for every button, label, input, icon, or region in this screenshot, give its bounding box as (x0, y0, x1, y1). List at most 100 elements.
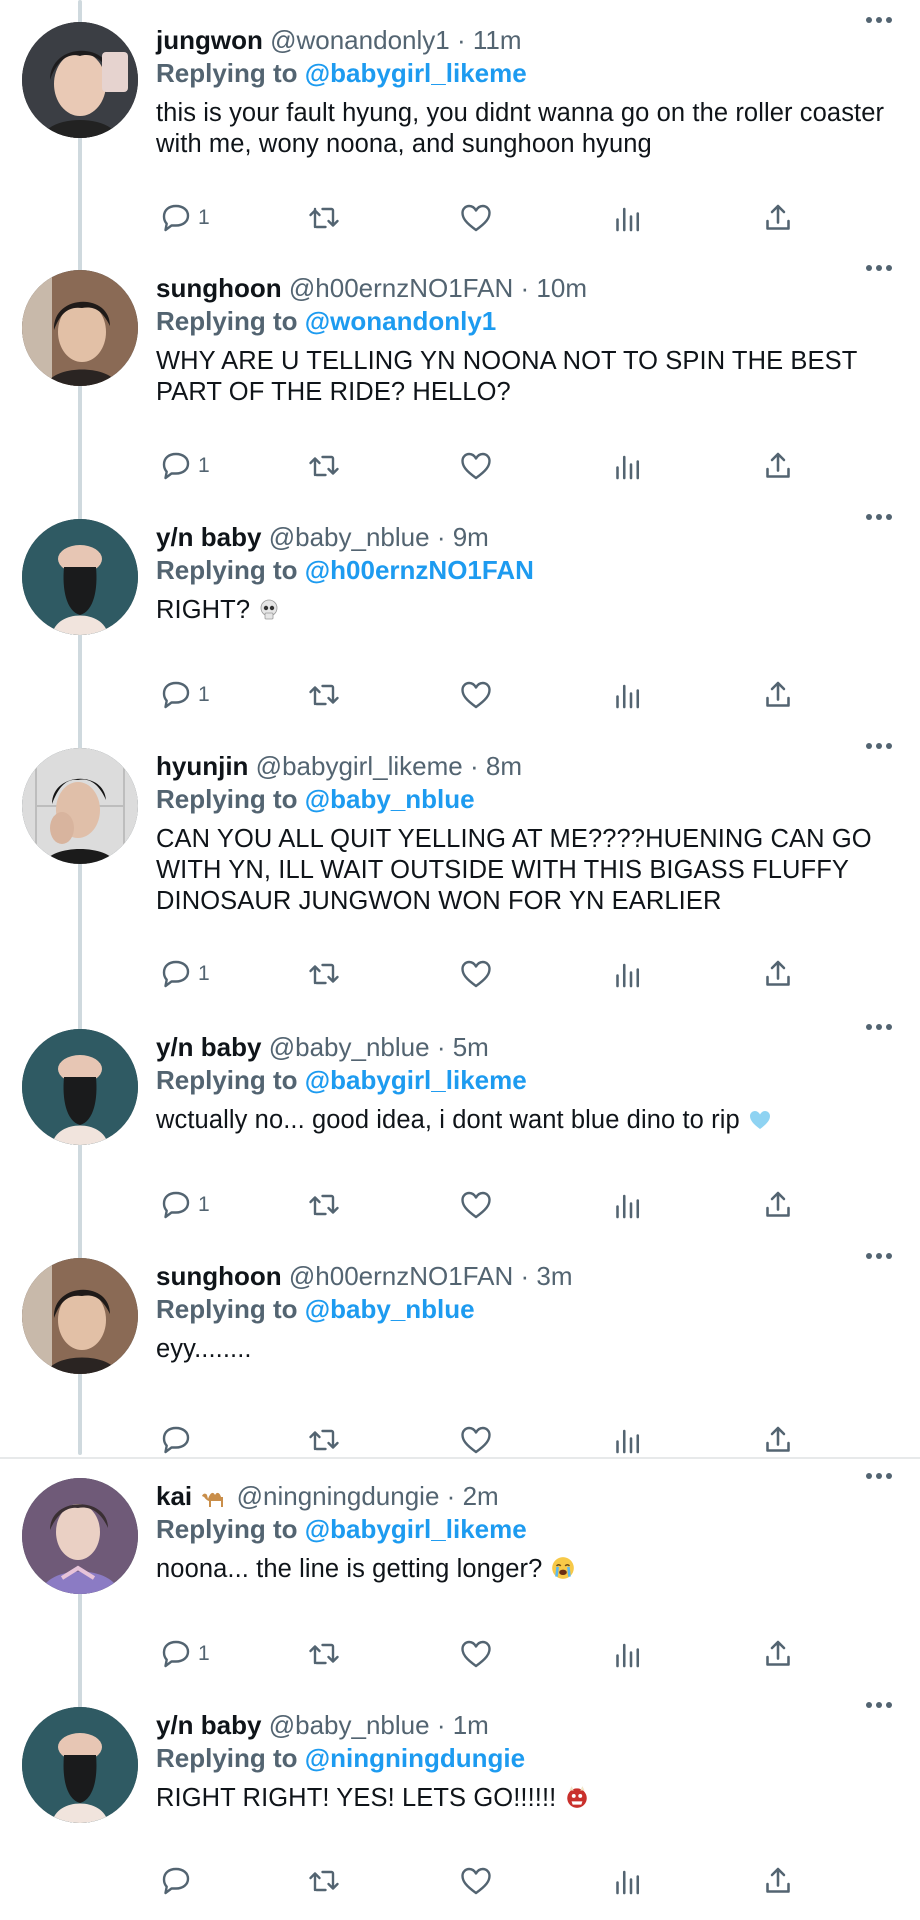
reply-to-link[interactable]: @ningningdungie (305, 1743, 525, 1773)
views-button[interactable] (610, 446, 646, 486)
timestamp[interactable]: 9m (453, 522, 489, 552)
timestamp[interactable]: 2m (463, 1481, 499, 1511)
views-button[interactable] (610, 1420, 646, 1460)
handle[interactable]: @baby_nblue (269, 1032, 430, 1062)
like-button[interactable] (458, 198, 494, 238)
display-name[interactable]: sunghoon (156, 273, 282, 303)
handle[interactable]: @h00ernzNO1FAN (289, 1261, 513, 1291)
timestamp[interactable]: 1m (453, 1710, 489, 1740)
more-options-icon[interactable] (864, 736, 894, 756)
share-button[interactable] (760, 1634, 796, 1674)
timestamp[interactable]: 3m (536, 1261, 572, 1291)
more-options-icon[interactable] (864, 258, 894, 278)
retweet-button[interactable] (306, 954, 342, 994)
reply-to-link[interactable]: @babygirl_likeme (305, 1514, 527, 1544)
more-options-icon[interactable] (864, 1695, 894, 1715)
retweet-icon (309, 1870, 339, 1892)
timestamp[interactable]: 8m (486, 751, 522, 781)
handle[interactable]: @baby_nblue (269, 1710, 430, 1740)
timestamp[interactable]: 11m (473, 25, 522, 55)
display-name[interactable]: y/n baby (156, 1710, 261, 1740)
share-icon (766, 1640, 790, 1666)
share-button[interactable] (760, 675, 796, 715)
handle[interactable]: @baby_nblue (269, 522, 430, 552)
reply-to-link[interactable]: @baby_nblue (305, 1294, 475, 1324)
reply-button[interactable]: 1 (158, 1185, 210, 1225)
avatar[interactable] (22, 1707, 138, 1823)
reply-to-link[interactable]: @babygirl_likeme (305, 1065, 527, 1095)
like-button[interactable] (458, 675, 494, 715)
views-button[interactable] (610, 1634, 646, 1674)
reply-to-link[interactable]: @babygirl_likeme (305, 58, 527, 88)
share-button[interactable] (760, 1420, 796, 1460)
like-button[interactable] (458, 446, 494, 486)
more-options-icon[interactable] (864, 10, 894, 30)
reply-button[interactable]: 1 (158, 446, 210, 486)
reply-to-link[interactable]: @baby_nblue (305, 784, 475, 814)
avatar[interactable] (22, 519, 138, 635)
reply-button[interactable]: 1 (158, 675, 210, 715)
retweet-button[interactable] (306, 675, 342, 715)
tweet-header: sunghoon @h00ernzNO1FAN · 3m (156, 1260, 896, 1292)
avatar[interactable] (22, 1029, 138, 1145)
views-button[interactable] (610, 1185, 646, 1225)
display-name[interactable]: jungwon (156, 25, 263, 55)
like-button[interactable] (458, 1420, 494, 1460)
more-options-icon[interactable] (864, 1246, 894, 1266)
display-name[interactable]: y/n baby (156, 1032, 261, 1062)
like-button[interactable] (458, 1634, 494, 1674)
timestamp[interactable]: 5m (453, 1032, 489, 1062)
views-button[interactable] (610, 675, 646, 715)
reply-to-link[interactable]: @wonandonly1 (305, 306, 496, 336)
separator: · (520, 273, 530, 303)
handle[interactable]: @ningningdungie (237, 1481, 440, 1511)
reply-to-link[interactable]: @h00ernzNO1FAN (305, 555, 534, 585)
share-button[interactable] (760, 954, 796, 994)
avatar[interactable] (22, 1258, 138, 1374)
more-options-icon[interactable] (864, 507, 894, 527)
share-button[interactable] (760, 1861, 796, 1901)
analytics-icon (616, 1429, 640, 1454)
share-button[interactable] (760, 1185, 796, 1225)
retweet-icon (309, 207, 339, 229)
views-button[interactable] (610, 954, 646, 994)
like-button[interactable] (458, 1185, 494, 1225)
more-options-icon[interactable] (864, 1017, 894, 1037)
display-name[interactable]: kai (156, 1481, 192, 1511)
reply-button[interactable] (158, 1861, 198, 1901)
timestamp[interactable]: 10m (536, 273, 587, 303)
views-button[interactable] (610, 198, 646, 238)
handle[interactable]: @babygirl_likeme (256, 751, 463, 781)
display-name[interactable]: hyunjin (156, 751, 248, 781)
display-name[interactable]: y/n baby (156, 522, 261, 552)
retweet-button[interactable] (306, 446, 342, 486)
share-icon (766, 452, 790, 478)
retweet-button[interactable] (306, 1185, 342, 1225)
handle[interactable]: @h00ernzNO1FAN (289, 273, 513, 303)
reply-button[interactable]: 1 (158, 198, 210, 238)
avatar[interactable] (22, 22, 138, 138)
retweet-button[interactable] (306, 1420, 342, 1460)
views-button[interactable] (610, 1861, 646, 1901)
tweet-text: RIGHT RIGHT! YES! LETS GO!!!!!! (156, 1783, 896, 1814)
retweet-button[interactable] (306, 1634, 342, 1674)
like-button[interactable] (458, 1861, 494, 1901)
avatar[interactable] (22, 748, 138, 864)
reply-button[interactable] (158, 1420, 198, 1460)
tweet-text: noona... the line is getting longer? (156, 1554, 896, 1585)
reply-button[interactable]: 1 (158, 1634, 210, 1674)
replying-to: Replying to @baby_nblue (156, 782, 896, 816)
retweet-button[interactable] (306, 1861, 342, 1901)
handle[interactable]: @wonandonly1 (270, 25, 450, 55)
avatar[interactable] (22, 1478, 138, 1594)
tweet-header: jungwon @wonandonly1 · 11m (156, 24, 896, 56)
share-button[interactable] (760, 198, 796, 238)
tweet-actions: 1 (156, 675, 816, 715)
display-name[interactable]: sunghoon (156, 1261, 282, 1291)
share-button[interactable] (760, 446, 796, 486)
avatar[interactable] (22, 270, 138, 386)
more-options-icon[interactable] (864, 1466, 894, 1486)
like-button[interactable] (458, 954, 494, 994)
retweet-button[interactable] (306, 198, 342, 238)
reply-button[interactable]: 1 (158, 954, 210, 994)
